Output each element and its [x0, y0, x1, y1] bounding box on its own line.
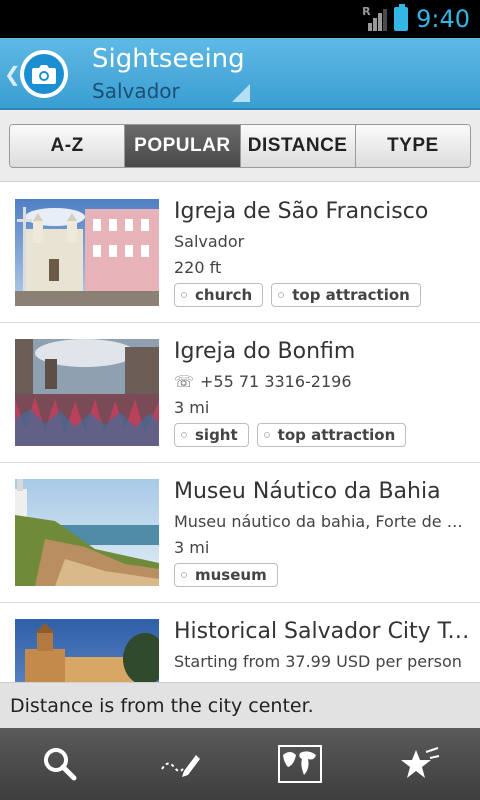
phone-number[interactable]: +55 71 3316-2196: [200, 372, 352, 391]
tag-sight[interactable]: sight: [174, 423, 249, 447]
clock: 9:40: [416, 5, 470, 33]
tab-distance[interactable]: DISTANCE: [240, 125, 356, 167]
place-price: Starting from 37.99 USD per person: [174, 652, 462, 671]
places-list: Igreja de São Francisco Salvador 220 ft …: [0, 183, 480, 743]
back-chevron-icon[interactable]: ❮: [4, 62, 21, 86]
place-thumbnail: [15, 199, 159, 306]
dropdown-arrow-icon[interactable]: [232, 84, 250, 102]
search-icon[interactable]: [30, 734, 90, 794]
pencil-icon[interactable]: [150, 734, 210, 794]
tag-label: top attraction: [277, 426, 396, 444]
place-address: Museu náutico da bahia, Forte de Santo A…: [174, 512, 466, 531]
tag-list: church top attraction: [174, 283, 421, 307]
status-bar: R 9:40: [0, 0, 480, 38]
place-name: Igreja de São Francisco: [174, 199, 429, 224]
place-phone: ☏ +55 71 3316-2196: [174, 372, 466, 391]
place-name: Igreja do Bonfim: [174, 339, 356, 364]
tag-church[interactable]: church: [174, 283, 264, 307]
place-thumbnail: [15, 479, 159, 586]
page-title: Sightseeing: [92, 44, 245, 74]
battery-icon: [394, 4, 409, 31]
phone-icon: ☏: [174, 372, 195, 391]
place-name: Historical Salvador City Tour: [174, 619, 470, 644]
tag-top-attraction[interactable]: top attraction: [256, 423, 407, 447]
signal-icon: R: [362, 5, 388, 31]
place-distance: 220 ft: [174, 258, 222, 277]
place-distance: 3 mi: [174, 538, 210, 557]
tag-label: museum: [195, 566, 267, 584]
camera-icon[interactable]: [20, 50, 68, 98]
sort-tabs-bar: A-Z POPULAR DISTANCE TYPE: [0, 110, 480, 182]
tab-type[interactable]: TYPE: [355, 125, 470, 167]
star-icon[interactable]: [390, 734, 450, 794]
list-item[interactable]: Igreja do Bonfim ☏ +55 71 3316-2196 3 mi …: [0, 323, 480, 463]
distance-notice: Distance is from the city center.: [0, 682, 480, 728]
place-distance: 3 mi: [174, 398, 210, 417]
place-thumbnail: [15, 339, 159, 446]
tag-label: top attraction: [292, 286, 410, 304]
tag-label: church: [195, 286, 253, 304]
bottom-toolbar: [0, 728, 480, 800]
tab-popular[interactable]: POPULAR: [125, 125, 241, 167]
tag-top-attraction[interactable]: top attraction: [271, 283, 421, 307]
tag-museum[interactable]: museum: [174, 563, 278, 587]
map-icon[interactable]: [270, 734, 330, 794]
sort-tabs: A-Z POPULAR DISTANCE TYPE: [9, 124, 471, 168]
place-location: Salvador: [174, 232, 245, 251]
city-selector[interactable]: Salvador: [92, 79, 180, 103]
tag-label: sight: [195, 426, 238, 444]
tag-list: museum: [174, 563, 278, 587]
tab-a-z[interactable]: A-Z: [10, 125, 126, 167]
action-bar: ❮ Sightseeing Salvador: [0, 38, 480, 110]
tag-list: sight top attraction: [174, 423, 407, 447]
list-item[interactable]: Igreja de São Francisco Salvador 220 ft …: [0, 183, 480, 323]
place-name: Museu Náutico da Bahia: [174, 479, 441, 504]
list-item[interactable]: Museu Náutico da Bahia Museu náutico da …: [0, 463, 480, 603]
roaming-label: R: [362, 5, 371, 18]
